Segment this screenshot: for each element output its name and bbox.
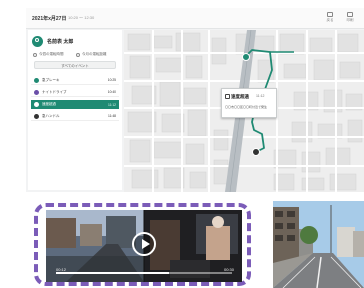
- brake-icon: [34, 77, 39, 83]
- play-button[interactable]: [132, 232, 156, 256]
- event-time: 11:48: [107, 114, 116, 118]
- trip-date: 2021年x月27日: [32, 16, 67, 22]
- street-photo-image: [273, 201, 364, 288]
- event-time: 10:40: [107, 90, 116, 94]
- dashcam-video-player[interactable]: 00:12 00:30: [46, 210, 242, 282]
- event-item-1[interactable]: ナイトドライブ 10:40: [31, 88, 119, 97]
- event-item-3[interactable]: 急ハンドル 11:48: [31, 112, 119, 121]
- clock-icon: [33, 52, 37, 57]
- back-icon: [327, 12, 333, 17]
- event-time: 10:25: [107, 78, 116, 82]
- popup-title: 速度超過: [231, 94, 249, 99]
- popup-location: 〇〇市〇〇区〇〇町付近で発生: [225, 105, 268, 109]
- event-item-0[interactable]: 急ブレーキ 10:25: [31, 76, 119, 85]
- event-popup[interactable]: 速度超過 11:12 〇〇市〇〇区〇〇町付近で発生: [221, 88, 277, 118]
- avatar: [32, 35, 43, 47]
- driver-meta-left: 今週の運転時間: [33, 52, 64, 57]
- speed-icon: [225, 94, 230, 99]
- back-button[interactable]: 戻る: [322, 12, 338, 23]
- driver-profile: 名前表 太郎: [32, 35, 73, 47]
- event-label: 急ハンドル: [42, 113, 60, 118]
- speed-icon: [34, 102, 39, 107]
- event-label: 速度超過: [42, 102, 56, 106]
- dashboard-header: 2021年x月27日 10:20 〜 12:30 戻る 印刷: [26, 8, 364, 29]
- event-label: 急ブレーキ: [42, 77, 60, 82]
- dashboard: 2021年x月27日 10:20 〜 12:30 戻る 印刷 名前表 太郎 今週…: [26, 8, 364, 192]
- map-view[interactable]: 速度超過 11:12 〇〇市〇〇区〇〇町付近で発生: [124, 30, 364, 192]
- driver-meta-right-label: 今月の運転距離: [82, 52, 107, 56]
- trip-time-range: 10:20 〜 12:30: [68, 15, 95, 20]
- event-filter-button[interactable]: すべてのイベント: [34, 61, 116, 69]
- sidebar: 名前表 太郎 今週の運転時間 今月の運転距離 すべてのイベント 急ブレーキ 10…: [28, 30, 122, 190]
- video-progress-fill: [56, 272, 169, 274]
- driver-meta-right: 今月の運転距離: [76, 52, 107, 57]
- street-photo: [273, 201, 364, 288]
- driver-meta-left-label: 今週の運転時間: [39, 52, 64, 56]
- print-button[interactable]: 印刷: [342, 12, 358, 23]
- moon-icon: [34, 89, 39, 95]
- print-button-label: 印刷: [346, 18, 354, 22]
- print-icon: [347, 12, 353, 17]
- event-item-2[interactable]: 速度超過 11:12: [31, 100, 119, 109]
- steering-icon: [34, 113, 39, 119]
- video-progress-bar[interactable]: [56, 272, 232, 274]
- distance-icon: [76, 52, 80, 57]
- event-time: 11:12: [107, 102, 116, 107]
- back-button-label: 戻る: [326, 18, 334, 22]
- event-label: ナイトドライブ: [42, 89, 67, 94]
- popup-time: 11:12: [256, 94, 265, 98]
- driver-name: 名前表 太郎: [47, 38, 74, 45]
